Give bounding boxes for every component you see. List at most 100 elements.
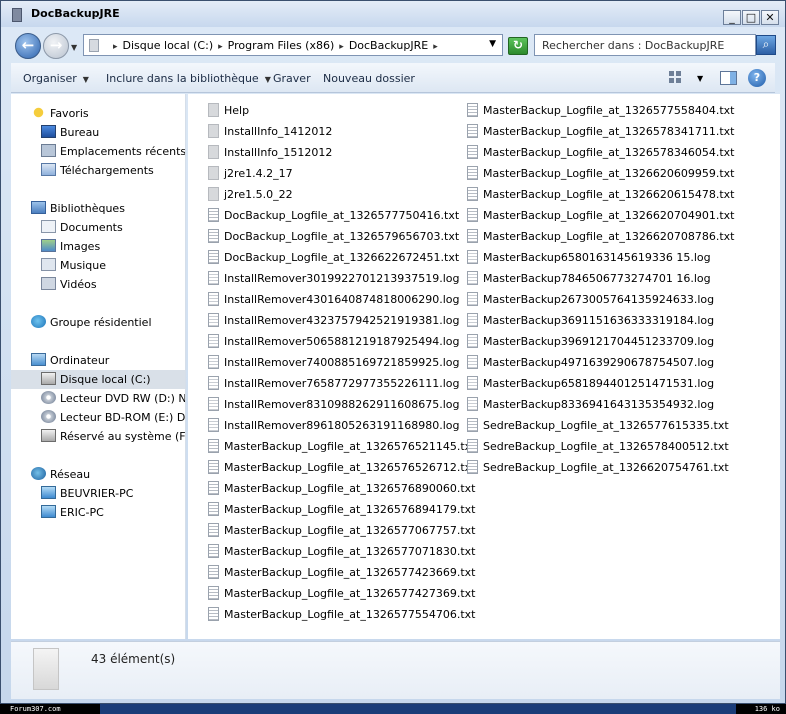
view-options-icon[interactable] [669, 71, 685, 85]
nav-images[interactable]: Images [41, 237, 100, 256]
close-button[interactable]: ✕ [761, 10, 779, 25]
nav-network-pc-eric[interactable]: ERIC-PC [41, 503, 104, 522]
chevron-down-icon[interactable]: ▼ [489, 39, 496, 49]
chevron-down-icon[interactable]: ▼ [697, 74, 703, 83]
file-name: MasterBackup_Logfile_at_1326577554706.tx… [224, 608, 476, 621]
help-icon[interactable]: ? [748, 69, 766, 87]
folder-icon [208, 166, 219, 180]
folder-icon [89, 39, 99, 52]
text-file-icon [208, 250, 219, 264]
nav-computer[interactable]: Ordinateur [31, 351, 109, 370]
file-name: SedreBackup_Logfile_at_1326577615335.txt [483, 419, 729, 432]
file-item[interactable]: InstallRemover8961805263191168980.log [208, 415, 460, 436]
nav-documents[interactable]: Documents [41, 218, 123, 237]
file-item[interactable]: MasterBackup_Logfile_at_1326576526712.tx… [208, 457, 475, 478]
file-item[interactable]: MasterBackup_Logfile_at_1326577554706.tx… [208, 604, 475, 625]
file-name: MasterBackup6580163145619336 15.log [483, 251, 711, 264]
file-item[interactable]: MasterBackup_Logfile_at_1326578346054.tx… [467, 142, 734, 163]
file-item[interactable]: MasterBackup3969121704451233709.log [467, 331, 714, 352]
file-item[interactable]: MasterBackup_Logfile_at_1326576890060.tx… [208, 478, 475, 499]
hard-drive-icon [41, 429, 56, 442]
file-item[interactable]: InstallRemover7658772977355226111.log [208, 373, 460, 394]
nav-label: Documents [60, 221, 123, 234]
minimize-button[interactable]: _ [723, 10, 741, 25]
file-item[interactable]: InstallRemover4323757942521919381.log [208, 310, 460, 331]
file-item[interactable]: DocBackup_Logfile_at_1326579656703.txt [208, 226, 459, 247]
file-item[interactable]: MasterBackup_Logfile_at_1326620615478.tx… [467, 184, 734, 205]
nav-bd-drive[interactable]: Lecteur BD-ROM (E:) DVD [41, 408, 185, 427]
nav-dvd-drive[interactable]: Lecteur DVD RW (D:) Nouv [41, 389, 185, 408]
file-item[interactable]: SedreBackup_Logfile_at_1326578400512.txt [467, 436, 729, 457]
search-input[interactable]: Rechercher dans : DocBackupJRE [534, 34, 756, 56]
organize-button[interactable]: Organiser ▼ [23, 72, 89, 85]
breadcrumb-item-docbackupjre[interactable]: DocBackupJRE [349, 39, 428, 52]
file-item[interactable]: DocBackup_Logfile_at_1326577750416.txt [208, 205, 459, 226]
file-item[interactable]: MasterBackup_Logfile_at_1326577067757.tx… [208, 520, 475, 541]
include-in-library-button[interactable]: Inclure dans la bibliothèque ▼ [106, 72, 271, 85]
breadcrumb-item-program-files[interactable]: Program Files (x86) [228, 39, 335, 52]
nav-reserved-drive[interactable]: Réservé au système (F:) [41, 427, 185, 446]
file-item[interactable]: MasterBackup_Logfile_at_1326620708786.tx… [467, 226, 734, 247]
file-item[interactable]: InstallRemover4301640874818006290.log [208, 289, 460, 310]
nav-music[interactable]: Musique [41, 256, 106, 275]
file-item[interactable]: MasterBackup_Logfile_at_1326620704901.tx… [467, 205, 734, 226]
nav-local-disk[interactable]: Disque local (C:) [11, 370, 185, 389]
chevron-right-icon[interactable]: ▸ [433, 42, 438, 52]
nav-network[interactable]: Réseau [31, 465, 90, 484]
maximize-button[interactable]: □ [742, 10, 760, 25]
navigation-pane[interactable]: Favoris Bureau Emplacements récents Télé… [11, 94, 186, 639]
title-bar[interactable]: DocBackupJRE _ □ ✕ [1, 1, 785, 27]
burn-button[interactable]: Graver [273, 72, 311, 85]
refresh-button[interactable]: ↻ [508, 37, 528, 55]
file-item[interactable]: MasterBackup6580163145619336 15.log [467, 247, 711, 268]
chevron-right-icon[interactable]: ▸ [113, 42, 118, 52]
file-item[interactable]: InstallRemover5065881219187925494.log [208, 331, 460, 352]
file-item[interactable]: SedreBackup_Logfile_at_1326620754761.txt [467, 457, 729, 478]
folder-item[interactable]: j2re1.5.0_22 [208, 184, 293, 205]
file-item[interactable]: MasterBackup_Logfile_at_1326576894179.tx… [208, 499, 475, 520]
nav-homegroup[interactable]: Groupe résidentiel [31, 313, 152, 332]
file-item[interactable]: MasterBackup4971639290678754507.log [467, 352, 714, 373]
file-list[interactable]: Help InstallInfo_1412012 InstallInfo_15120… [188, 94, 780, 639]
file-item[interactable]: DocBackup_Logfile_at_1326622672451.txt [208, 247, 459, 268]
file-item[interactable]: MasterBackup7846506773274701 16.log [467, 268, 711, 289]
nav-recent-places[interactable]: Emplacements récents [41, 142, 185, 161]
recent-pages-chevron-icon[interactable]: ▼ [71, 43, 77, 52]
file-item[interactable]: MasterBackup_Logfile_at_1326577427369.tx… [208, 583, 475, 604]
nav-downloads[interactable]: Téléchargements [41, 161, 154, 180]
nav-videos[interactable]: Vidéos [41, 275, 97, 294]
nav-desktop[interactable]: Bureau [41, 123, 99, 142]
chevron-right-icon[interactable]: ▸ [339, 42, 344, 52]
file-item[interactable]: MasterBackup_Logfile_at_1326577423669.tx… [208, 562, 475, 583]
file-item[interactable]: MasterBackup_Logfile_at_1326577558404.tx… [467, 100, 734, 121]
breadcrumb-item-local-disk[interactable]: Disque local (C:) [123, 39, 214, 52]
file-item[interactable]: InstallRemover7400885169721859925.log [208, 352, 460, 373]
file-name: InstallRemover5065881219187925494.log [224, 335, 460, 348]
nav-favorites[interactable]: Favoris [31, 104, 89, 123]
back-button[interactable]: ← [15, 33, 41, 59]
file-item[interactable]: InstallRemover8310988262911608675.log [208, 394, 460, 415]
forward-button[interactable]: → [43, 33, 69, 59]
file-item[interactable]: MasterBackup3691151636333319184.log [467, 310, 714, 331]
file-item[interactable]: MasterBackup_Logfile_at_1326578341711.tx… [467, 121, 734, 142]
nav-network-pc-beuvrier[interactable]: BEUVRIER-PC [41, 484, 133, 503]
file-item[interactable]: MasterBackup_Logfile_at_1326620609959.tx… [467, 163, 734, 184]
file-item[interactable]: MasterBackup6581894401251471531.log [467, 373, 714, 394]
chevron-right-icon[interactable]: ▸ [218, 42, 223, 52]
nav-libraries[interactable]: Bibliothèques [31, 199, 125, 218]
file-item[interactable]: MasterBackup2673005764135924633.log [467, 289, 714, 310]
folder-item[interactable]: j2re1.4.2_17 [208, 163, 293, 184]
folder-item[interactable]: Help [208, 100, 249, 121]
file-item[interactable]: MasterBackup_Logfile_at_1326577071830.tx… [208, 541, 475, 562]
file-name: MasterBackup_Logfile_at_1326620615478.tx… [483, 188, 735, 201]
folder-item[interactable]: InstallInfo_1512012 [208, 142, 332, 163]
file-item[interactable]: InstallRemover3019922701213937519.log [208, 268, 460, 289]
preview-pane-icon[interactable] [720, 71, 737, 85]
file-item[interactable]: MasterBackup_Logfile_at_1326576521145.tx… [208, 436, 475, 457]
folder-item[interactable]: InstallInfo_1412012 [208, 121, 332, 142]
search-icon[interactable]: ⌕ [756, 35, 776, 55]
file-item[interactable]: MasterBackup8336941643135354932.log [467, 394, 714, 415]
file-item[interactable]: SedreBackup_Logfile_at_1326577615335.txt [467, 415, 729, 436]
new-folder-button[interactable]: Nouveau dossier [323, 72, 415, 85]
address-bar[interactable]: ▸ Disque local (C:) ▸ Program Files (x86) ▸ D… [83, 34, 503, 56]
